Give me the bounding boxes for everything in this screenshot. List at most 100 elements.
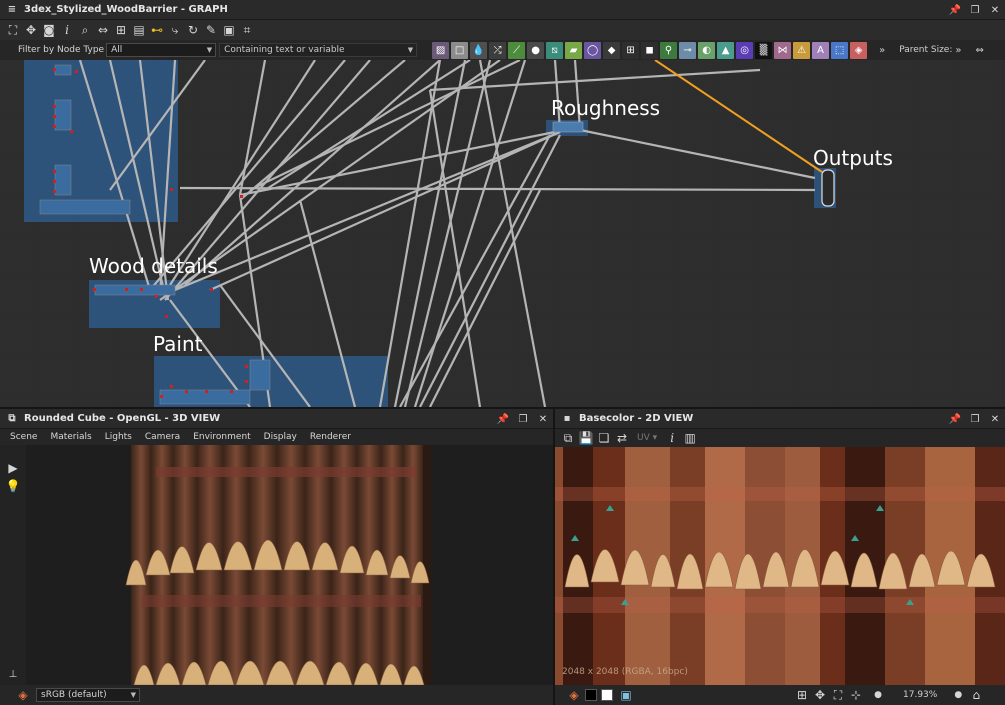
maximize-icon[interactable]: ❐	[969, 4, 981, 16]
histogram-icon[interactable]: ▲	[717, 41, 735, 59]
tools-icon[interactable]: ✎	[202, 21, 220, 39]
texture-info-overlay: 2048 x 2048 (RGBA, 16bpc)	[562, 667, 688, 677]
hsl-icon[interactable]: ◐	[698, 41, 716, 59]
horizontal-divider[interactable]	[0, 407, 1005, 409]
uv-label: UV	[637, 433, 650, 443]
graph-frame-top[interactable]	[24, 60, 178, 222]
view3d-menubar: Scene Materials Lights Camera Environmen…	[0, 429, 553, 445]
parent-size-label: Parent Size:	[899, 45, 953, 55]
blend-icon[interactable]: ◼	[641, 41, 659, 59]
white-swatch[interactable]	[601, 689, 613, 701]
fit-icon[interactable]: ⛶	[4, 21, 22, 39]
zoom-in-icon[interactable]: ●	[949, 686, 967, 704]
view3d-viewport[interactable]	[26, 445, 553, 685]
menu-lights[interactable]: Lights	[105, 432, 132, 442]
save-icon[interactable]: 💾	[577, 429, 595, 447]
link-icon[interactable]: ⇔	[94, 21, 112, 39]
text-icon[interactable]: A	[812, 41, 830, 59]
noise-icon[interactable]: ▒	[755, 41, 773, 59]
duplicate-icon[interactable]: ❏	[595, 429, 613, 447]
normal-icon[interactable]: ⊸	[679, 41, 697, 59]
layers-icon[interactable]: ◈	[14, 686, 32, 704]
black-swatch[interactable]	[585, 689, 597, 701]
light-bulb-icon[interactable]: 💡	[4, 477, 22, 495]
pin-icon[interactable]: 📌	[949, 4, 961, 16]
maximize-icon[interactable]: ❐	[969, 413, 981, 425]
pin-icon[interactable]: 📌	[497, 413, 509, 425]
fit-icon[interactable]: ⛶	[829, 686, 847, 704]
info-icon[interactable]: i	[663, 429, 681, 447]
align-icon[interactable]: ⊞	[112, 21, 130, 39]
grid-icon[interactable]: ⊞	[793, 686, 811, 704]
refresh-icon[interactable]: ↻	[184, 21, 202, 39]
more-icon[interactable]: »	[879, 45, 885, 56]
color-wheel-icon[interactable]: ◎	[736, 41, 754, 59]
tile-icon[interactable]: ⊞	[622, 41, 640, 59]
frame-icon[interactable]: ▣	[220, 21, 238, 39]
view3d-statusbar: ◈ sRGB (default) ▼	[0, 685, 553, 705]
menu-display[interactable]: Display	[264, 432, 297, 442]
video-camera-icon[interactable]: ▶	[4, 459, 22, 477]
menu-renderer[interactable]: Renderer	[310, 432, 351, 442]
color-picker-icon[interactable]: ▣	[617, 686, 635, 704]
view3d-panel-icon[interactable]: ⧉	[6, 413, 18, 425]
transform-icon[interactable]: ◯	[584, 41, 602, 59]
maximize-icon[interactable]: ❐	[517, 413, 529, 425]
axis-icon[interactable]: ⊥	[4, 665, 22, 683]
view2d-toolbar: ⧉ 💾 ❏ ⇄ UV ▾ i ▥	[555, 429, 1005, 447]
graph-canvas[interactable]: Roughness Outputs Wood details Paint	[0, 60, 1005, 407]
pin-icon[interactable]: 📌	[949, 413, 961, 425]
warp-icon[interactable]: ⧅	[546, 41, 564, 59]
graph-svg	[0, 60, 1005, 407]
layers-icon[interactable]: ◈	[565, 686, 583, 704]
uniform-color-icon[interactable]: □	[451, 41, 469, 59]
parent-size-more-icon[interactable]: »	[955, 45, 961, 56]
uv-select[interactable]: UV ▾	[637, 433, 657, 443]
warning-icon[interactable]: ⚠	[793, 41, 811, 59]
node-type-select[interactable]: All ▼	[106, 43, 217, 57]
center-icon[interactable]: ⊹	[847, 686, 865, 704]
close-icon[interactable]: ✕	[537, 413, 549, 425]
camera-icon[interactable]: ◙	[40, 21, 58, 39]
search-icon[interactable]: ⌕	[76, 21, 94, 39]
route-icon[interactable]: ⤷	[166, 21, 184, 39]
menu-camera[interactable]: Camera	[145, 432, 180, 442]
graph-panel-menu-icon[interactable]: ≡	[6, 4, 18, 16]
menu-scene[interactable]: Scene	[10, 432, 37, 442]
menu-materials[interactable]: Materials	[50, 432, 91, 442]
shuffle-icon[interactable]: ⤮	[489, 41, 507, 59]
vertical-divider[interactable]	[553, 409, 555, 705]
fill-icon[interactable]: ◈	[850, 41, 868, 59]
pixel-processor-icon[interactable]: ⋈	[774, 41, 792, 59]
connect-icon[interactable]: ⊷	[148, 21, 166, 39]
info-icon[interactable]: i	[58, 21, 76, 39]
fx-map-icon[interactable]: ⚲	[660, 41, 678, 59]
blur-icon[interactable]: ●	[527, 41, 545, 59]
node-search-input[interactable]: Containing text or variable ▼	[219, 43, 418, 57]
align-center-icon[interactable]: ▤	[130, 21, 148, 39]
pan-icon[interactable]: ✥	[811, 686, 829, 704]
menu-environment[interactable]: Environment	[193, 432, 250, 442]
close-icon[interactable]: ✕	[989, 413, 1001, 425]
node-search-placeholder: Containing text or variable	[224, 45, 345, 55]
sphere-icon[interactable]: ◆	[603, 41, 621, 59]
curve-icon[interactable]: ⟋	[508, 41, 526, 59]
link-toggle-icon[interactable]: ⇔	[976, 45, 984, 56]
view2d-viewport[interactable]: 2048 x 2048 (RGBA, 16bpc)	[555, 447, 1005, 685]
histogram-icon[interactable]: ▥	[681, 429, 699, 447]
crop-icon[interactable]: ⌗	[238, 21, 256, 39]
levels-icon[interactable]: 💧	[470, 41, 488, 59]
graph-toolbar: ⛶ ✥ ◙ i ⌕ ⇔ ⊞ ▤ ⊷ ⤷ ↻ ✎ ▣ ⌗	[0, 20, 1005, 40]
image-input-icon[interactable]: ▨	[432, 41, 450, 59]
frame-label-outputs: Outputs	[813, 146, 893, 170]
copy-icon[interactable]: ⧉	[559, 429, 577, 447]
share-icon[interactable]: ⇄	[613, 429, 631, 447]
gradient-icon[interactable]: ▰	[565, 41, 583, 59]
lock-icon[interactable]: ⌂	[967, 686, 985, 704]
colorspace-select[interactable]: sRGB (default) ▼	[36, 688, 140, 702]
zoom-out-icon[interactable]: ●	[869, 686, 887, 704]
selection-icon[interactable]: ⬚	[831, 41, 849, 59]
pan-icon[interactable]: ✥	[22, 21, 40, 39]
view2d-panel-icon[interactable]: ▪	[561, 413, 573, 425]
close-icon[interactable]: ✕	[989, 4, 1001, 16]
